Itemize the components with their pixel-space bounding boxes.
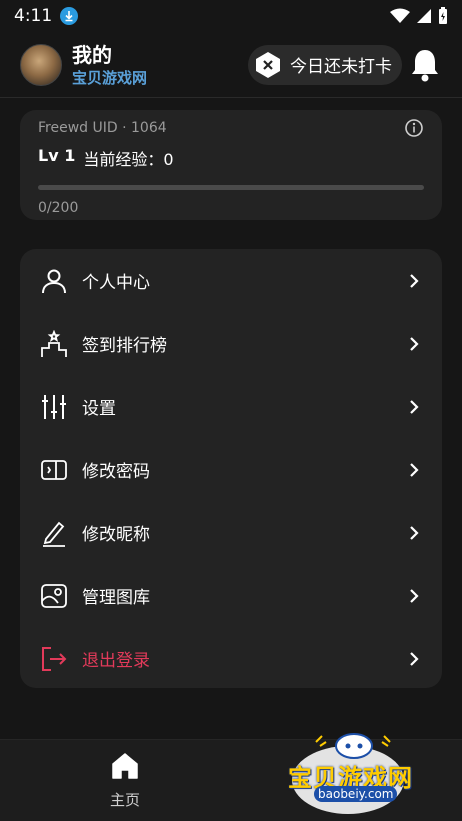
user-subtitle: 宝贝游戏网 <box>72 68 148 87</box>
watermark-logo: 宝贝游戏网 baobeiy.com <box>286 728 446 816</box>
menu-item-label: 修改昵称 <box>82 525 150 545</box>
podium-icon <box>40 329 68 358</box>
watermark-url: baobeiy.com <box>314 786 398 802</box>
chevron-right-icon <box>406 462 422 478</box>
level-label: Lv 1 <box>38 146 76 165</box>
bell-icon[interactable] <box>408 45 442 85</box>
menu-item-label: 管理图库 <box>82 588 150 608</box>
checkin-label: 今日还未打卡 <box>290 57 392 77</box>
gallery-icon <box>40 582 68 610</box>
pencil-icon <box>40 519 68 547</box>
download-icon <box>60 7 79 25</box>
chevron-right-icon <box>406 651 422 667</box>
chevron-right-icon <box>406 399 422 415</box>
exp-label: 当前经验：0 <box>83 150 174 169</box>
profile-header: 我的 宝贝游戏网 今日还未打卡 <box>0 32 462 98</box>
logout-icon <box>40 645 68 673</box>
level-card: Freewd UID · 1064 Lv 1 当前经验：0 0/200 <box>20 110 442 220</box>
menu-item-label: 签到排行榜 <box>82 336 167 356</box>
exp-progress-text: 0/200 <box>38 200 79 216</box>
menu-item-profile[interactable]: 个人中心 <box>20 249 442 312</box>
system-icons <box>390 7 448 25</box>
menu-item-label: 个人中心 <box>82 273 150 293</box>
battery-icon <box>439 7 447 24</box>
menu-item-manage-gallery[interactable]: 管理图库 <box>20 564 442 627</box>
menu-item-change-password[interactable]: 修改密码 <box>20 438 442 501</box>
close-hexagon-icon <box>254 51 282 79</box>
chevron-right-icon <box>406 525 422 541</box>
menu-item-change-nickname[interactable]: 修改昵称 <box>20 501 442 564</box>
status-time: 4:11 <box>14 6 53 26</box>
sliders-icon <box>40 393 68 421</box>
menu-item-label: 修改密码 <box>82 462 150 482</box>
page-title: 我的 <box>72 42 112 67</box>
checkin-button[interactable]: 今日还未打卡 <box>248 44 402 85</box>
person-icon <box>40 267 68 295</box>
home-icon <box>110 751 140 785</box>
tab-label: 主页 <box>109 791 140 809</box>
menu-item-settings[interactable]: 设置 <box>20 375 442 438</box>
chevron-right-icon <box>406 336 422 352</box>
chevron-right-icon <box>406 588 422 604</box>
status-bar: 4:11 <box>0 0 462 32</box>
info-icon[interactable] <box>404 118 424 138</box>
wifi-icon <box>390 8 410 23</box>
level-row: Lv 1 当前经验：0 <box>38 146 424 170</box>
signal-icon <box>417 9 431 23</box>
menu-card: 个人中心 签到排行榜 设置 修改密码 修改昵称 管理图库 退出登录 <box>20 249 442 688</box>
menu-item-label: 设置 <box>82 399 116 419</box>
menu-item-label: 退出登录 <box>82 651 150 671</box>
tab-home[interactable]: 主页 <box>0 740 250 821</box>
chevron-right-icon <box>406 273 422 289</box>
uid-row: Freewd UID · 1064 <box>38 118 424 138</box>
avatar[interactable] <box>20 43 62 86</box>
menu-item-checkin-ranking[interactable]: 签到排行榜 <box>20 312 442 375</box>
user-info: 我的 宝贝游戏网 <box>72 42 147 88</box>
password-icon <box>40 456 68 484</box>
menu-item-logout[interactable]: 退出登录 <box>20 627 442 690</box>
uid-text: Freewd UID · 1064 <box>38 120 167 136</box>
exp-progress-bar <box>38 185 424 190</box>
